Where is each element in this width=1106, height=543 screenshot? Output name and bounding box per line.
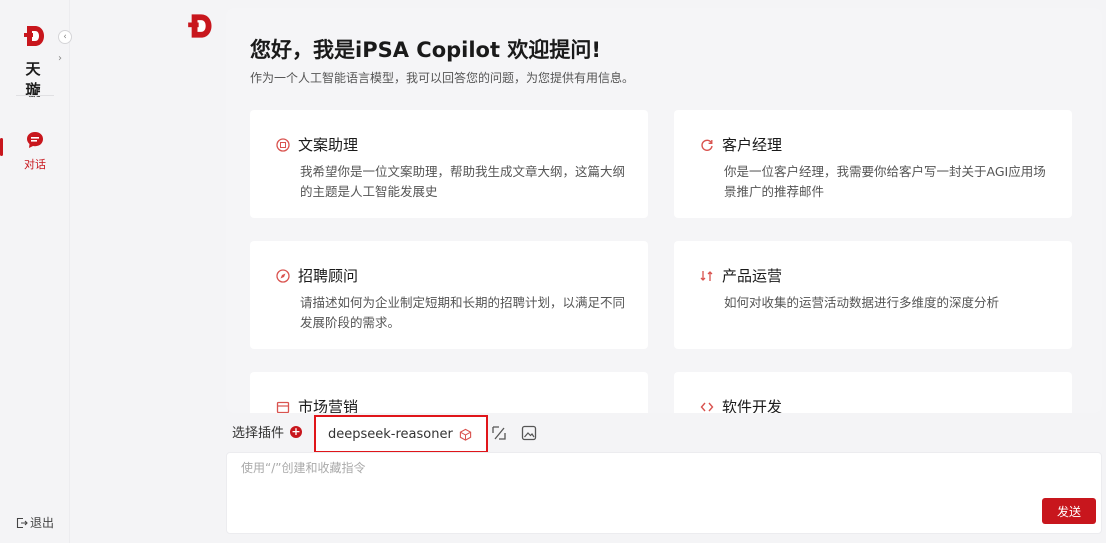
model-name: deepseek-reasoner: [328, 426, 453, 442]
prompt-card[interactable]: 文案助理 我希望你是一位文案助理，帮助我生成文章大纲，这篇大纲的主题是人工智能发…: [250, 110, 648, 218]
prompt-card[interactable]: 招聘顾问 请描述如何为企业制定短期和长期的招聘计划，以满足不同发展阶段的需求。: [250, 241, 648, 349]
compass-icon: [276, 268, 290, 283]
divider: [16, 95, 54, 96]
calendar-icon: [276, 401, 290, 413]
page-subtitle: 作为一个人工智能语言模型，我可以回答您的问题，为您提供有用信息。: [250, 71, 635, 85]
composer-toolbar: 选择插件 +: [232, 422, 303, 441]
prompt-card[interactable]: 客户经理 你是一位客户经理，我需要你给客户写一封关于AGI应用场景推广的推荐邮件: [674, 110, 1072, 218]
card-description: 请描述如何为企业制定短期和长期的招聘计划，以满足不同发展阶段的需求。: [300, 295, 626, 330]
brand: 天 璇: [14, 24, 56, 100]
swap-icon: [700, 270, 713, 281]
collapse-left-icon[interactable]: ‹: [58, 30, 72, 44]
prompt-template-icon[interactable]: [491, 425, 507, 441]
model-selector[interactable]: deepseek-reasoner: [314, 415, 488, 453]
card-title: 招聘顾问: [298, 267, 359, 285]
sidebar: 天 璇 ‹ › 对话 退出: [0, 0, 72, 543]
message-input[interactable]: [241, 461, 1021, 475]
card-description: 你是一位客户经理，我需要你给客户写一封关于AGI应用场景推广的推荐邮件: [724, 164, 1046, 199]
refresh-icon: [701, 139, 713, 151]
card-title: 客户经理: [722, 136, 783, 154]
plugin-select-label[interactable]: 选择插件: [232, 422, 284, 441]
card-title: 文案助理: [298, 136, 359, 154]
plus-icon[interactable]: +: [290, 425, 303, 438]
page-title: 您好，我是iPSA Copilot 欢迎提问!: [250, 38, 601, 62]
card-description: 我希望你是一位文案助理，帮助我生成文章大纲，这篇大纲的主题是人工智能发展史: [300, 164, 626, 199]
doc-edit-icon: [276, 137, 290, 152]
image-upload-icon[interactable]: [521, 425, 537, 441]
card-title: 产品运营: [722, 267, 783, 285]
welcome-panel: 您好，我是iPSA Copilot 欢迎提问! 作为一个人工智能语言模型，我可以…: [226, 8, 1102, 413]
card-title: 软件开发: [722, 398, 783, 413]
code-icon: [700, 402, 714, 411]
brand-name: 天 璇: [25, 60, 45, 99]
prompt-card[interactable]: 软件开发: [674, 372, 1072, 413]
prompt-card[interactable]: 市场营销: [250, 372, 648, 413]
send-button[interactable]: 发送: [1042, 498, 1096, 524]
prompt-card[interactable]: 产品运营 如何对收集的运营活动数据进行多维度的深度分析: [674, 241, 1072, 349]
logout-label: 退出: [30, 516, 55, 530]
sidebar-item-chat[interactable]: 对话: [0, 130, 70, 172]
composer: 发送: [226, 452, 1102, 534]
expand-right-icon[interactable]: ›: [58, 53, 62, 64]
cube-icon: [459, 428, 471, 441]
sidebar-item-label: 对话: [24, 158, 46, 171]
card-description: 如何对收集的运营活动数据进行多维度的深度分析: [724, 295, 1000, 310]
assistant-logo-icon: [188, 14, 212, 38]
card-title: 市场营销: [298, 398, 359, 413]
logout-icon: [16, 517, 28, 528]
logout-button[interactable]: 退出: [16, 514, 54, 531]
logo-icon: [24, 26, 44, 46]
chat-bubble-icon: [27, 132, 43, 148]
